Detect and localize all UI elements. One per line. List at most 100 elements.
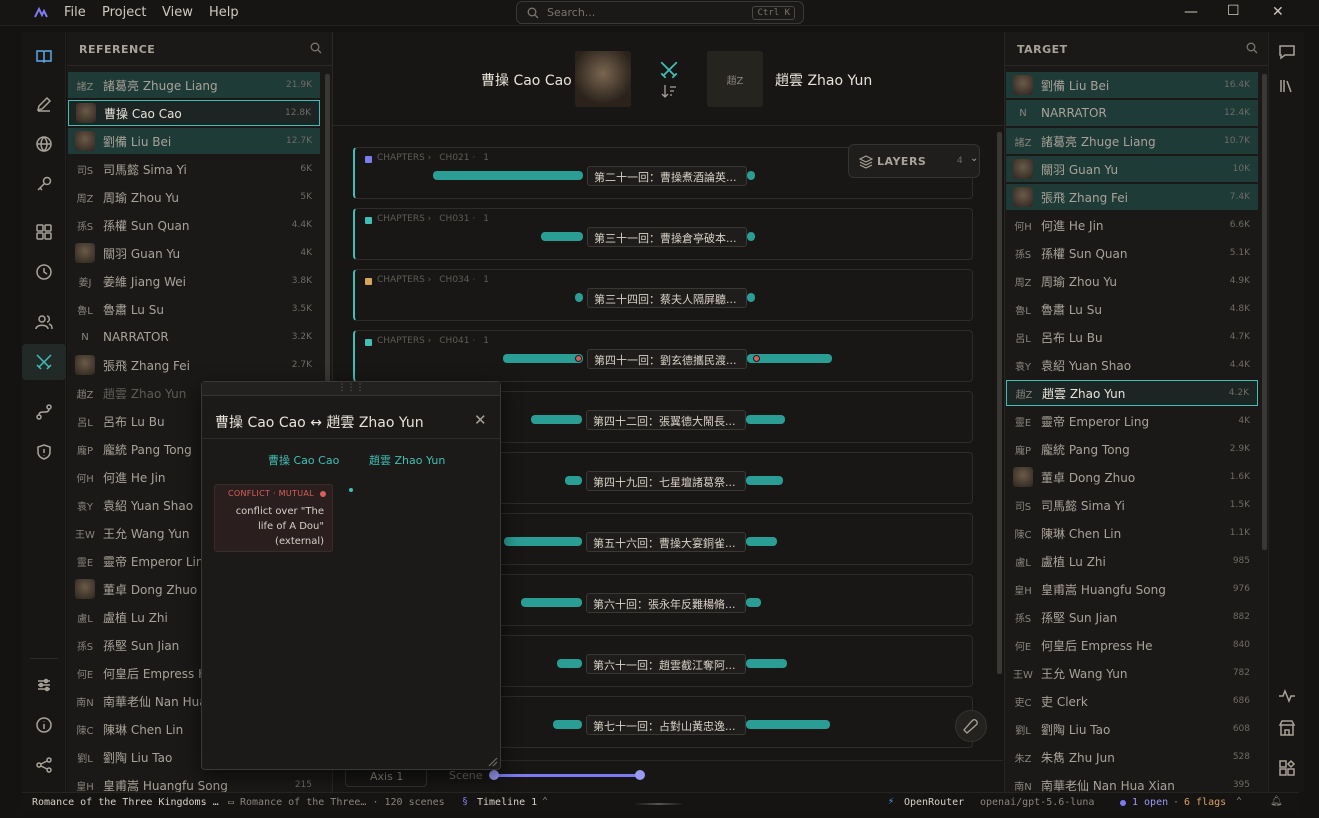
key-icon[interactable] <box>22 166 66 202</box>
list-item[interactable]: 劉L 劉陶 Liu Tao 608 <box>1006 716 1258 742</box>
status-flags[interactable]: 6 flags <box>1184 797 1226 808</box>
status-timeline[interactable]: Timeline 1 <box>477 797 537 808</box>
list-item[interactable]: 司S 司馬懿 Sima Yi 6K <box>68 156 320 182</box>
grid-icon[interactable] <box>22 214 66 250</box>
menu-file[interactable]: File <box>64 5 86 20</box>
status-file[interactable]: Romance of the Three… · 120 scenes <box>240 797 445 808</box>
range-handle-end[interactable] <box>635 770 645 780</box>
scene-title[interactable]: 第二十一回：曹操煮酒論英... <box>587 166 747 186</box>
scene-range-track[interactable] <box>493 774 641 777</box>
menu-help[interactable]: Help <box>209 5 239 20</box>
list-item[interactable]: 諸Z 諸葛亮 Zhuge Liang 21.9K <box>68 72 320 98</box>
status-open[interactable]: 1 open <box>1132 797 1168 808</box>
globe-icon[interactable] <box>22 126 66 162</box>
chevron-up-icon[interactable]: ⌃ <box>542 796 548 807</box>
list-item[interactable]: 關羽 Guan Yu 10K <box>1006 156 1258 182</box>
layers-dropdown[interactable]: LAYERS 4 ⌄ <box>848 144 980 178</box>
scene-row[interactable]: CHAPTERS › CH031 · 1 第三十一回：曹操倉亭破本... <box>353 208 973 260</box>
status-provider[interactable]: OpenRouter <box>904 797 964 808</box>
users-icon[interactable] <box>22 304 66 340</box>
list-item[interactable]: 王W 王允 Wang Yun 782 <box>1006 660 1258 686</box>
book-icon[interactable] <box>22 38 66 74</box>
list-item[interactable]: 吏C 吏 Clerk 686 <box>1006 688 1258 714</box>
scene-row[interactable]: CHAPTERS › CH034 · 1 第三十四回：蔡夫人隔屏聽... <box>353 269 973 321</box>
pen-icon[interactable] <box>22 86 66 122</box>
list-item[interactable]: N NARRATOR 3.2K <box>68 324 320 350</box>
menu-project[interactable]: Project <box>102 5 146 20</box>
scene-title[interactable]: 第四十九回：七星壇諸葛祭... <box>586 471 746 491</box>
list-item[interactable]: 周Z 周瑜 Zhou Yu 5K <box>68 184 320 210</box>
bell-icon[interactable]: 🔔︎ <box>1270 796 1283 807</box>
scene-title[interactable]: 第四十二回：張翼德大鬧長... <box>586 410 746 430</box>
scene-title[interactable]: 第五十六回：曹操大宴銅雀... <box>586 532 746 552</box>
list-item[interactable]: 趙Z 趙雲 Zhao Yun 4.2K <box>1006 380 1258 406</box>
list-item[interactable]: 孫S 孫堅 Sun Jian 882 <box>1006 604 1258 630</box>
route-icon[interactable] <box>22 394 66 430</box>
menu-view[interactable]: View <box>162 5 193 20</box>
sliders-icon[interactable] <box>22 667 66 703</box>
conflict-card[interactable]: CONFLICT · MUTUAL conflict over "The lif… <box>214 484 333 552</box>
drag-handle-icon[interactable]: ⋮⋮⋮ <box>202 382 500 396</box>
list-item[interactable]: 何H 何進 He Jin 6.6K <box>1006 212 1258 238</box>
list-item[interactable]: 袁Y 袁紹 Yuan Shao 4.4K <box>1006 352 1258 378</box>
search-icon[interactable] <box>310 42 322 54</box>
conflict-marker[interactable] <box>753 355 760 362</box>
list-item[interactable]: 姜J 姜維 Jiang Wei 3.8K <box>68 268 320 294</box>
status-model[interactable]: openai/gpt-5.6-luna <box>980 797 1094 808</box>
list-item[interactable]: 魯L 魯肅 Lu Su 4.8K <box>1006 296 1258 322</box>
scene-title[interactable]: 第三十四回：蔡夫人隔屏聽... <box>587 288 747 308</box>
list-item[interactable]: 朱Z 朱雋 Zhu Jun 528 <box>1006 744 1258 770</box>
close-window-icon[interactable]: ✕ <box>1272 4 1284 20</box>
list-item[interactable]: 魯L 魯肅 Lu Su 3.5K <box>68 296 320 322</box>
list-item[interactable]: 張飛 Zhang Fei 7.4K <box>1006 184 1258 210</box>
list-item[interactable]: 周Z 周瑜 Zhou Yu 4.9K <box>1006 268 1258 294</box>
list-item[interactable]: 孫S 孫權 Sun Quan 4.4K <box>68 212 320 238</box>
share-icon[interactable] <box>22 747 66 783</box>
list-item[interactable]: 諸Z 諸葛亮 Zhuge Liang 10.7K <box>1006 128 1258 154</box>
scene-row[interactable]: CHAPTERS › CH041 · 1 第四十一回：劉玄德攜民渡... <box>353 330 973 382</box>
maximize-icon[interactable]: ☐ <box>1227 3 1240 19</box>
shield-icon[interactable] <box>22 434 66 470</box>
list-item[interactable]: 孫S 孫權 Sun Quan 5.1K <box>1006 240 1258 266</box>
status-project[interactable]: Romance of the Three Kingdoms … <box>32 797 219 808</box>
list-item[interactable]: 張飛 Zhang Fei 2.7K <box>68 352 320 378</box>
clock-icon[interactable] <box>22 254 66 290</box>
list-item[interactable]: 司S 司馬懿 Sima Yi 1.5K <box>1006 492 1258 518</box>
activity-icon[interactable] <box>1269 678 1305 714</box>
scene-scrollbar[interactable] <box>997 132 1002 674</box>
conflict-marker[interactable] <box>575 355 582 362</box>
swords-icon[interactable] <box>659 60 679 80</box>
list-item[interactable]: 皇H 皇甫嵩 Huangfu Song 976 <box>1006 576 1258 602</box>
list-item[interactable]: 呂L 呂布 Lu Bu 4.7K <box>1006 324 1258 350</box>
scene-title[interactable]: 第四十一回：劉玄德攜民渡... <box>587 349 747 369</box>
wrench-icon[interactable] <box>955 710 987 742</box>
list-item[interactable]: 靈E 靈帝 Emperor Ling 4K <box>1006 408 1258 434</box>
global-search[interactable]: Search... Ctrl K <box>516 1 804 24</box>
minimize-icon[interactable]: — <box>1184 4 1198 20</box>
sort-icon[interactable] <box>661 84 677 98</box>
range-handle-start[interactable] <box>489 770 499 780</box>
target-scrollbar[interactable] <box>1262 74 1267 550</box>
scene-title[interactable]: 第七十一回：占對山黃忠逸... <box>586 715 746 735</box>
store-icon[interactable] <box>1269 710 1305 746</box>
search-icon[interactable] <box>1246 42 1258 54</box>
scene-title[interactable]: 第六十回：張永年反難楊脩... <box>586 593 746 613</box>
info-icon[interactable] <box>22 707 66 743</box>
list-item[interactable]: 盧L 盧植 Lu Zhi 985 <box>1006 548 1258 574</box>
resize-handle-icon[interactable] <box>486 755 498 767</box>
list-item[interactable]: 龐P 龐統 Pang Tong 2.9K <box>1006 436 1258 462</box>
swords-icon[interactable] <box>22 344 66 380</box>
chevron-up-icon[interactable]: ⌃ <box>1236 796 1242 807</box>
close-icon[interactable]: ✕ <box>474 411 487 429</box>
list-item[interactable]: 曹操 Cao Cao 12.8K <box>68 100 320 126</box>
chat-icon[interactable] <box>1269 34 1305 70</box>
list-item[interactable]: 何E 何皇后 Empress He 840 <box>1006 632 1258 658</box>
library-icon[interactable] <box>1269 68 1305 104</box>
list-item[interactable]: 劉備 Liu Bei 12.7K <box>68 128 320 154</box>
list-item[interactable]: 董卓 Dong Zhuo 1.6K <box>1006 464 1258 490</box>
widgets-icon[interactable] <box>1269 750 1305 786</box>
list-item[interactable]: 陳C 陳琳 Chen Lin 1.1K <box>1006 520 1258 546</box>
scene-title[interactable]: 第六十一回：趙雲截江奪阿... <box>586 654 746 674</box>
list-item[interactable]: 關羽 Guan Yu 4K <box>68 240 320 266</box>
list-item[interactable]: 劉備 Liu Bei 16.4K <box>1006 72 1258 98</box>
